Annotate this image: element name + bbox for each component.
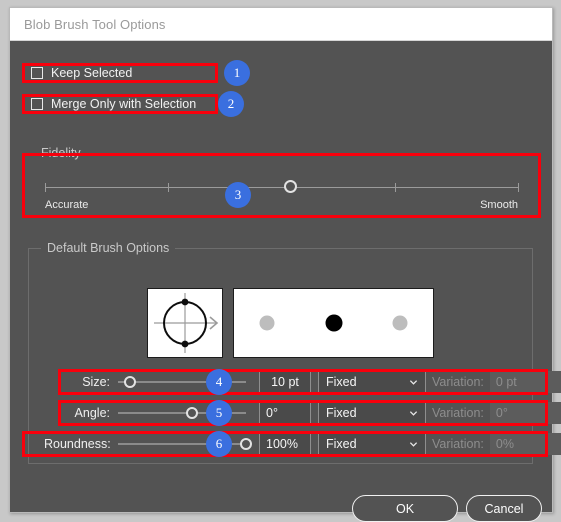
fidelity-smooth-label: Smooth (480, 199, 518, 211)
fidelity-slider-handle[interactable] (284, 180, 298, 193)
merge-only-with-selection-checkbox[interactable] (31, 98, 43, 110)
chevron-down-icon (409, 442, 418, 447)
size-variation-group: Variation: 0 pt (432, 371, 561, 393)
preview-dot-right (392, 315, 408, 331)
size-variation-value: 0 pt (495, 375, 517, 389)
annotation-badge-2: 2 (218, 91, 244, 117)
fidelity-accurate-label: Accurate (45, 199, 89, 211)
fidelity-tick (518, 183, 519, 192)
angle-type-dropdown-value: Fixed (326, 406, 357, 420)
roundness-variation-field: 0% (489, 433, 561, 455)
size-type-dropdown-value: Fixed (326, 375, 357, 389)
brush-shape-editor[interactable] (147, 288, 223, 358)
brush-stroke-preview (233, 288, 434, 358)
fidelity-tick (167, 183, 169, 192)
angle-slider-handle[interactable] (186, 407, 199, 419)
preview-dot-center (325, 314, 343, 332)
roundness-slider-handle[interactable] (240, 438, 252, 450)
preview-dot-left (259, 315, 275, 331)
brush-stroke-preview-dots (259, 314, 408, 332)
angle-variation-label: Variation: (432, 406, 484, 420)
checkbox-row-keep-selected[interactable]: Keep Selected (22, 63, 218, 83)
angle-type-dropdown[interactable]: Fixed (318, 402, 426, 424)
size-value-input[interactable]: 10 pt (259, 371, 311, 393)
default-brush-options-group: Default Brush Options (28, 241, 533, 464)
roundness-type-dropdown[interactable]: Fixed (318, 433, 426, 455)
checkbox-row-merge-only-with-selection[interactable]: Merge Only with Selection (22, 94, 218, 114)
annotation-badge-4: 4 (206, 369, 232, 395)
annotation-badge-1: 1 (224, 60, 250, 86)
angle-variation-field: 0° (489, 402, 561, 424)
angle-variation-value: 0° (495, 406, 508, 420)
fidelity-group: Fidelity Accurate Smooth (22, 146, 541, 218)
fidelity-group-title: Fidelity (35, 146, 87, 160)
fidelity-tick (45, 183, 46, 192)
default-brush-options-title: Default Brush Options (41, 241, 176, 255)
roundness-type-dropdown-value: Fixed (326, 437, 357, 451)
dialog-title: Blob Brush Tool Options (24, 16, 166, 32)
annotation-badge-6: 6 (206, 431, 232, 457)
angle-row: Angle: 0° Fixed Variation: 0° (58, 402, 561, 424)
fidelity-slider-track[interactable] (45, 180, 519, 193)
ok-button[interactable]: OK (352, 495, 458, 522)
roundness-row: Roundness: 100% Fixed Variation: 0% (44, 433, 561, 455)
roundness-variation-group: Variation: 0% (432, 433, 561, 455)
size-row: Size: 10 pt Fixed Variation: 0 pt (58, 371, 561, 393)
angle-value-input[interactable]: 0° (259, 402, 311, 424)
merge-only-with-selection-label: Merge Only with Selection (51, 97, 197, 111)
size-type-dropdown[interactable]: Fixed (318, 371, 426, 393)
roundness-variation-label: Variation: (432, 437, 484, 451)
annotation-badge-3: 3 (225, 182, 251, 208)
size-variation-field: 0 pt (489, 371, 561, 393)
size-label: Size: (82, 375, 110, 389)
keep-selected-checkbox[interactable] (31, 67, 43, 79)
keep-selected-label: Keep Selected (51, 66, 133, 80)
chevron-down-icon (409, 411, 418, 416)
roundness-label: Roundness: (44, 437, 111, 451)
roundness-value-input[interactable]: 100% (259, 433, 311, 455)
angle-label: Angle: (74, 406, 110, 420)
cancel-button[interactable]: Cancel (466, 495, 542, 522)
dialog-titlebar: Blob Brush Tool Options (10, 8, 552, 41)
fidelity-tick (395, 183, 397, 192)
annotation-badge-5: 5 (206, 400, 232, 426)
dialog-body: Keep Selected 1 Merge Only with Selectio… (10, 41, 561, 522)
chevron-down-icon (409, 380, 418, 385)
brush-shape-icon (154, 293, 219, 353)
size-slider-handle[interactable] (123, 376, 136, 388)
blob-brush-tool-options-dialog: Blob Brush Tool Options Keep Selected 1 … (9, 7, 561, 522)
roundness-variation-value: 0% (495, 437, 514, 451)
angle-variation-group: Variation: 0° (432, 402, 561, 424)
size-variation-label: Variation: (432, 375, 484, 389)
